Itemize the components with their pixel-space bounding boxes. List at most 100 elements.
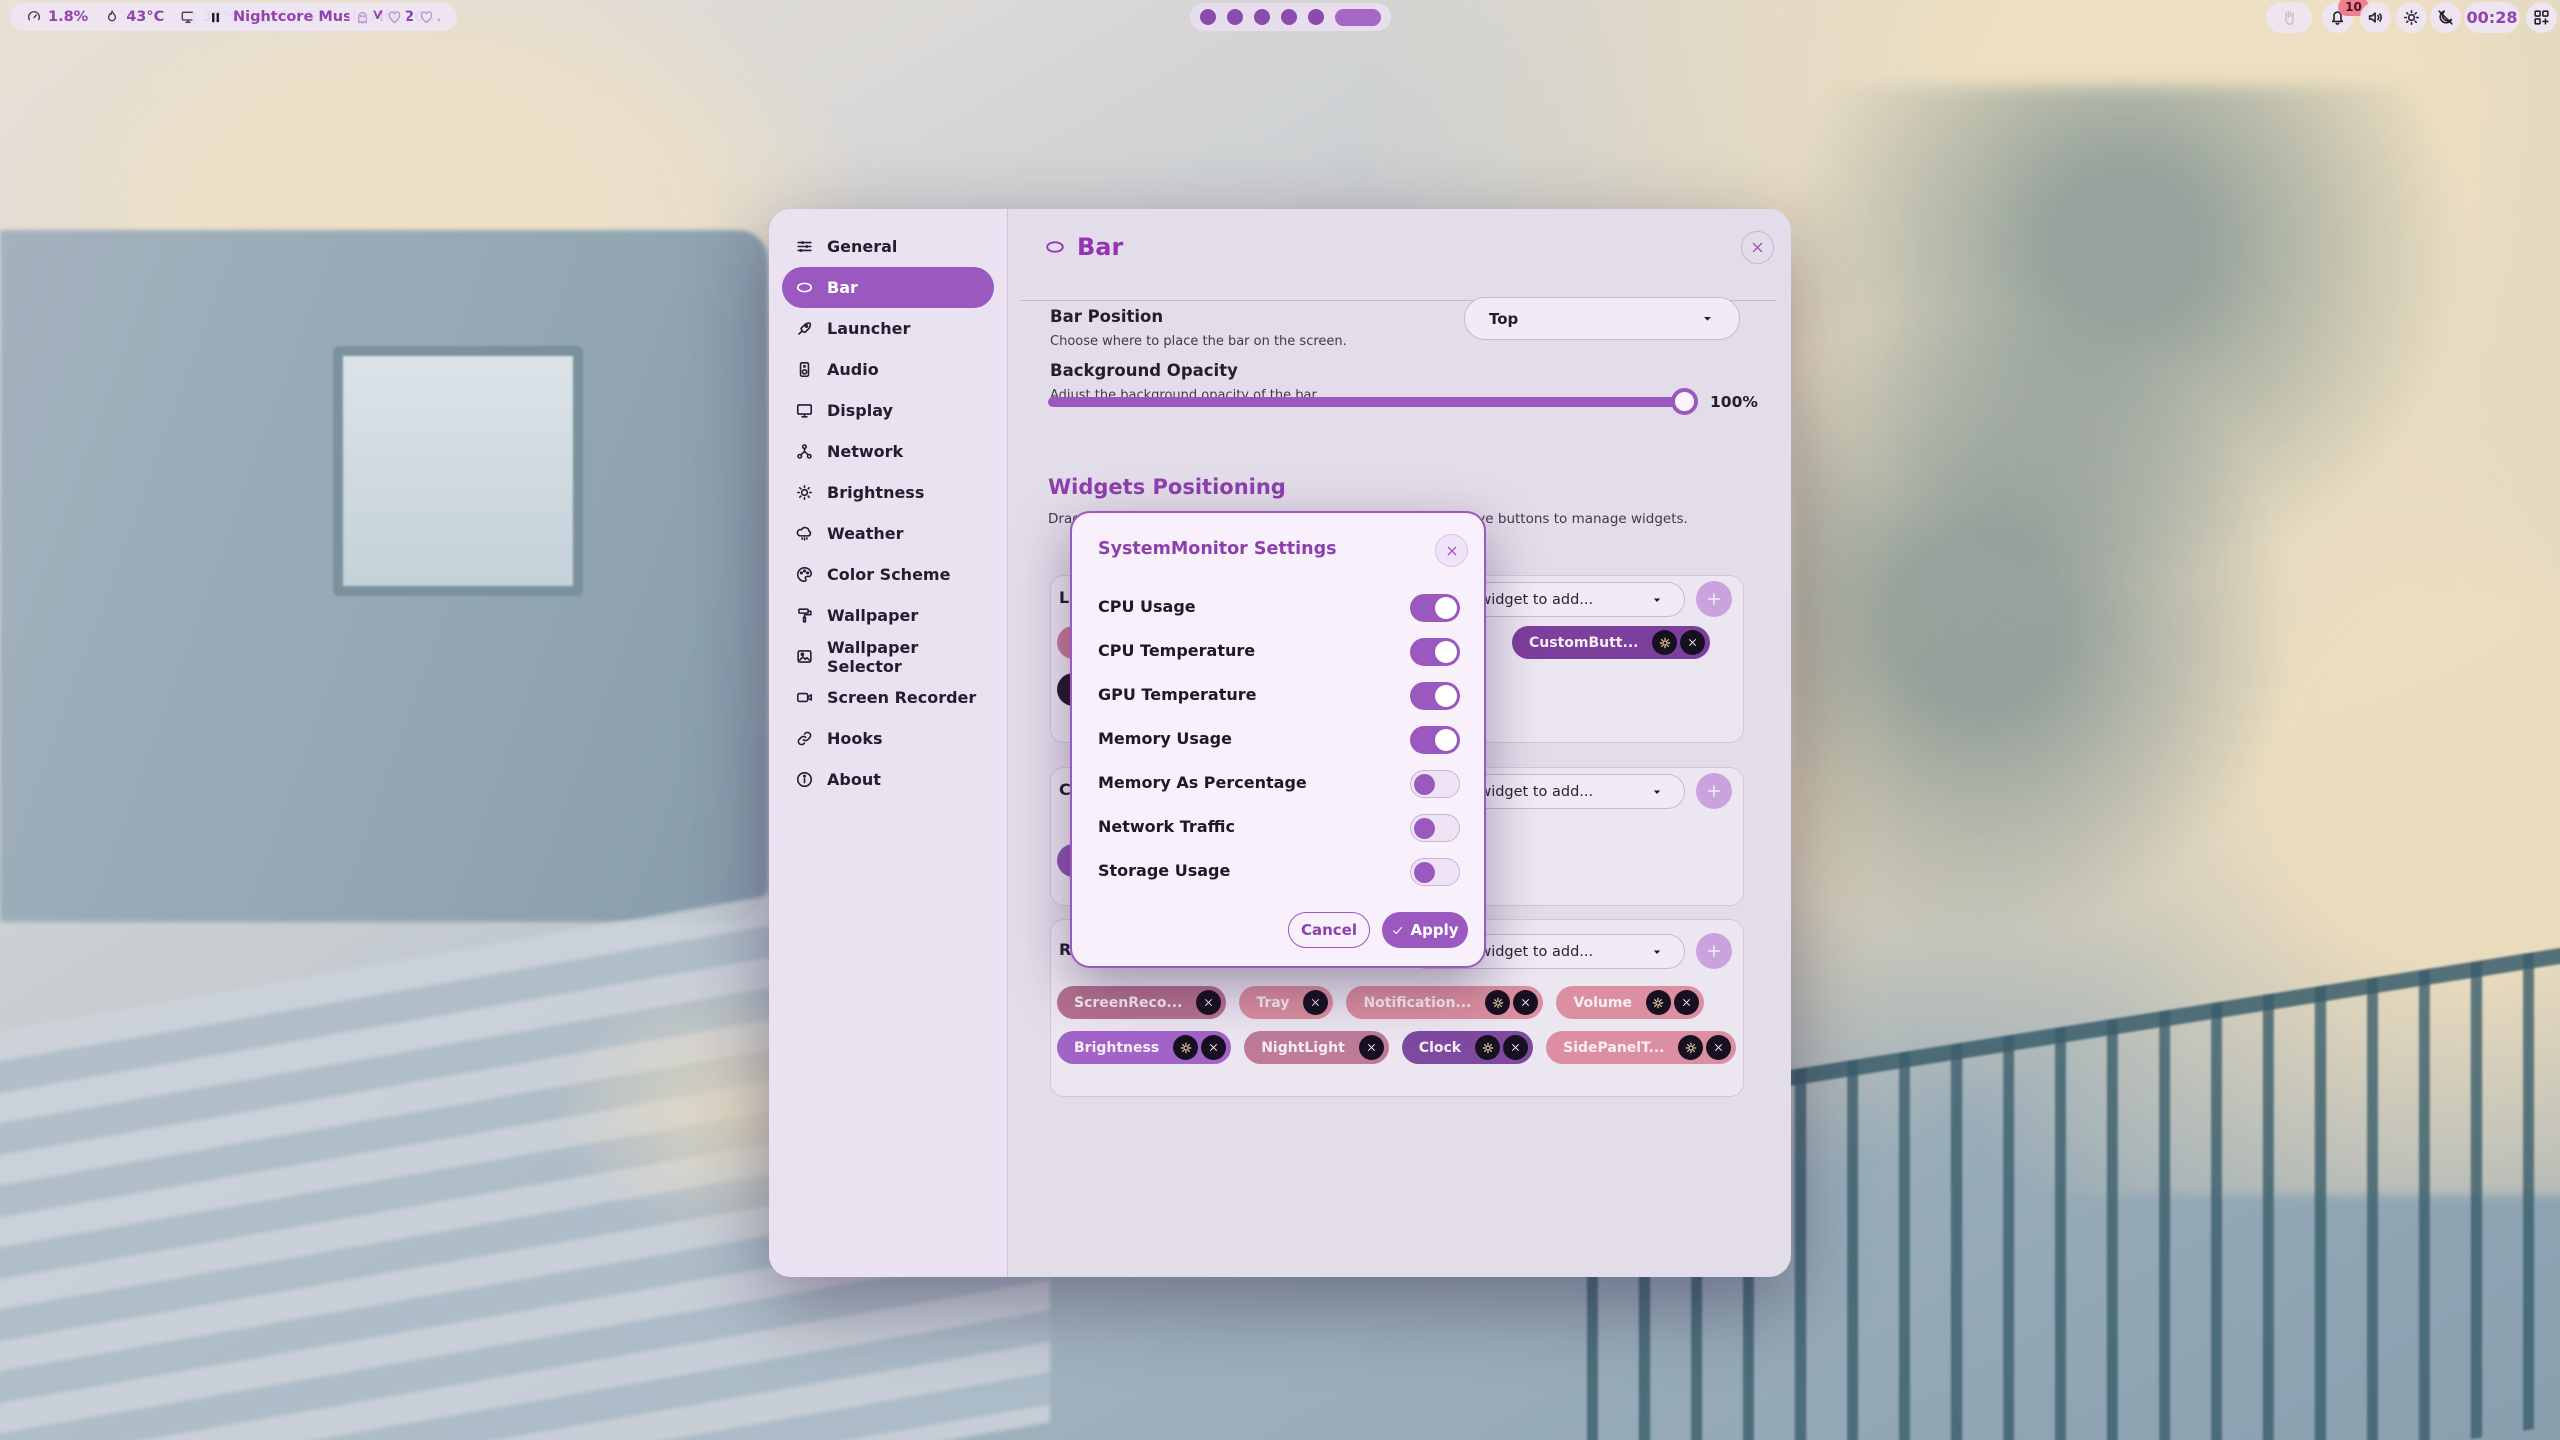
toggle-storage-usage[interactable] [1410, 858, 1460, 886]
workspace-dot[interactable] [1200, 9, 1216, 25]
sidebar-item-label: General [827, 237, 897, 256]
sidebar-item-label: Network [827, 442, 903, 461]
sidebar-item-color-scheme[interactable]: Color Scheme [782, 554, 994, 595]
sidebar-item-bar[interactable]: Bar [782, 267, 994, 308]
chip-remove-button[interactable] [1196, 990, 1221, 1015]
info-icon [795, 770, 814, 789]
apply-button[interactable]: Apply [1382, 912, 1468, 948]
chip-settings-button[interactable] [1173, 1035, 1198, 1060]
opacity-slider-handle[interactable] [1671, 388, 1698, 415]
nightlight-button[interactable] [2430, 2, 2461, 33]
workspaces-pill[interactable] [1190, 3, 1391, 31]
bar-position-description: Choose where to place the bar on the scr… [1050, 334, 1347, 349]
widget-chip-notification[interactable]: Notification... [1346, 986, 1543, 1019]
chip-remove-button[interactable] [1513, 990, 1538, 1015]
sidebar-item-display[interactable]: Display [782, 390, 994, 431]
dashboard-button[interactable] [2526, 2, 2557, 33]
chip-settings-button[interactable] [1485, 990, 1510, 1015]
sidebar-item-hooks[interactable]: Hooks [782, 718, 994, 759]
workspace-active-indicator[interactable] [1335, 9, 1381, 26]
sidebar-item-label: Hooks [827, 729, 883, 748]
add-widget-button[interactable] [1696, 933, 1732, 969]
plus-icon [1705, 782, 1723, 800]
toggle-row: Memory Usage [1072, 718, 1484, 762]
chip-label: ScreenReco... [1074, 995, 1193, 1011]
chip-remove-button[interactable] [1503, 1035, 1528, 1060]
toggle-memory-as-percentage[interactable] [1410, 770, 1460, 798]
chip-settings-button[interactable] [1652, 630, 1677, 655]
modal-close-button[interactable] [1435, 534, 1468, 567]
widget-chip-clock[interactable]: Clock [1402, 1031, 1533, 1064]
sidebar-item-wallpaper[interactable]: Wallpaper [782, 595, 994, 636]
pause-icon[interactable] [208, 10, 223, 25]
display-icon [795, 401, 814, 420]
sidebar-item-general[interactable]: General [782, 226, 994, 267]
ghost-button[interactable] [349, 4, 375, 30]
modal-title: SystemMonitor Settings [1098, 539, 1337, 559]
toggle-cpu-temperature[interactable] [1410, 638, 1460, 666]
sidebar-item-audio[interactable]: Audio [782, 349, 994, 390]
chip-settings-button[interactable] [1475, 1035, 1500, 1060]
chip-settings-button[interactable] [1646, 990, 1671, 1015]
toggle-cpu-usage[interactable] [1410, 594, 1460, 622]
workspace-dot[interactable] [1308, 9, 1324, 25]
sidebar-item-screen-recorder[interactable]: Screen Recorder [782, 677, 994, 718]
audio-icon [795, 360, 814, 379]
widget-chip-brightness[interactable]: Brightness [1057, 1031, 1231, 1064]
opacity-value: 100% [1710, 393, 1758, 411]
volume-button[interactable] [2360, 2, 2391, 33]
chip-settings-button[interactable] [1678, 1035, 1703, 1060]
widget-chip-custombutt[interactable]: CustomButt... [1512, 626, 1710, 659]
window-close-button[interactable] [1741, 231, 1774, 264]
flame-stat: 43°C [104, 9, 164, 25]
chip-label: Clock [1419, 1040, 1472, 1056]
workspace-dot[interactable] [1227, 9, 1243, 25]
chip-remove-button[interactable] [1674, 990, 1699, 1015]
clock[interactable]: 00:28 [2464, 2, 2520, 33]
workspace-dot[interactable] [1281, 9, 1297, 25]
widget-chip-sidepanelt[interactable]: SidePanelT... [1546, 1031, 1736, 1064]
toggle-network-traffic[interactable] [1410, 814, 1460, 842]
close-icon [1208, 1042, 1219, 1053]
widget-chip-nightlight[interactable]: NightLight [1244, 1031, 1389, 1064]
sidebar-item-label: Brightness [827, 483, 924, 502]
favorite-button[interactable] [381, 4, 407, 30]
cancel-button[interactable]: Cancel [1288, 912, 1370, 948]
add-widget-button[interactable] [1696, 773, 1732, 809]
sidebar-item-brightness[interactable]: Brightness [782, 472, 994, 513]
sun-icon [795, 483, 814, 502]
widget-chip-volume[interactable]: Volume [1556, 986, 1704, 1019]
toggle-gpu-temperature[interactable] [1410, 682, 1460, 710]
widget-chip-tray[interactable]: Tray [1239, 986, 1333, 1019]
widget-chip-screenreco[interactable]: ScreenReco... [1057, 986, 1226, 1019]
chevron-down-icon [1700, 311, 1715, 326]
workspace-dot[interactable] [1254, 9, 1270, 25]
media-title: Nightcore Music Mix 20... [233, 9, 441, 25]
chip-remove-button[interactable] [1303, 990, 1328, 1015]
sidebar-item-about[interactable]: About [782, 759, 994, 800]
sidebar-item-wallpaper-selector[interactable]: Wallpaper Selector [782, 636, 994, 677]
sidebar-item-launcher[interactable]: Launcher [782, 308, 994, 349]
bar-position-dropdown[interactable]: Top [1464, 297, 1740, 340]
brightness-button[interactable] [2396, 2, 2427, 33]
roller-icon [795, 606, 814, 625]
chip-remove-button[interactable] [1359, 1035, 1384, 1060]
chip-remove-button[interactable] [1680, 630, 1705, 655]
toggle-memory-usage[interactable] [1410, 726, 1460, 754]
sidebar-item-network[interactable]: Network [782, 431, 994, 472]
favorite-button[interactable] [413, 4, 439, 30]
add-widget-button[interactable] [1696, 581, 1732, 617]
toggle-row: CPU Usage [1072, 586, 1484, 630]
sidebar-item-label: Wallpaper Selector [827, 638, 981, 676]
tray-app-button[interactable] [2266, 2, 2312, 33]
opacity-slider-track[interactable] [1048, 397, 1682, 407]
toggle-knob [1435, 729, 1457, 751]
toggle-knob [1414, 862, 1435, 883]
moon-off-icon [2436, 8, 2455, 27]
sidebar-item-weather[interactable]: Weather [782, 513, 994, 554]
toggle-label: CPU Temperature [1098, 641, 1255, 660]
chevron-down-icon [1650, 945, 1664, 959]
chip-remove-button[interactable] [1201, 1035, 1226, 1060]
chip-remove-button[interactable] [1706, 1035, 1731, 1060]
stat-value: 43°C [126, 9, 164, 25]
